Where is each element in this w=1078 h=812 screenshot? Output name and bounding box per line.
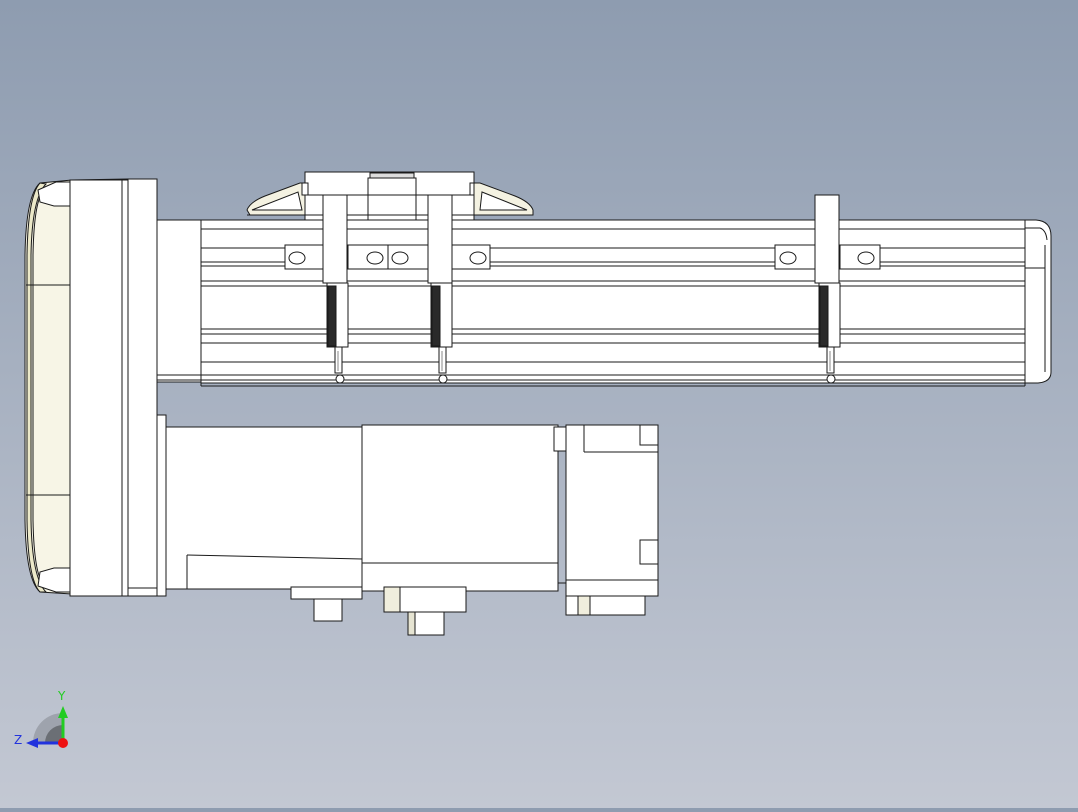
end-cover[interactable]	[24, 178, 167, 597]
x-axis-dot	[58, 738, 68, 748]
z-axis-label: Z	[14, 733, 22, 747]
motor-end-cap[interactable]	[558, 424, 659, 597]
z-arrow-icon	[26, 738, 38, 748]
carriage[interactable]	[246, 171, 534, 221]
y-axis-label: Y	[57, 689, 66, 703]
motor-connector-1[interactable]	[290, 586, 363, 622]
y-arrow-icon	[58, 706, 68, 718]
actuator-rail[interactable]	[156, 219, 1052, 387]
cad-viewport[interactable]: Y Z	[0, 0, 1078, 808]
motor-connector-3[interactable]	[565, 595, 646, 616]
motor-connector-2[interactable]	[383, 586, 467, 636]
motor-adapter[interactable]	[156, 414, 363, 597]
motor-body[interactable]	[361, 424, 567, 592]
coordinate-triad: Y Z	[14, 689, 68, 748]
cad-drawing[interactable]: Y Z	[0, 0, 1078, 808]
